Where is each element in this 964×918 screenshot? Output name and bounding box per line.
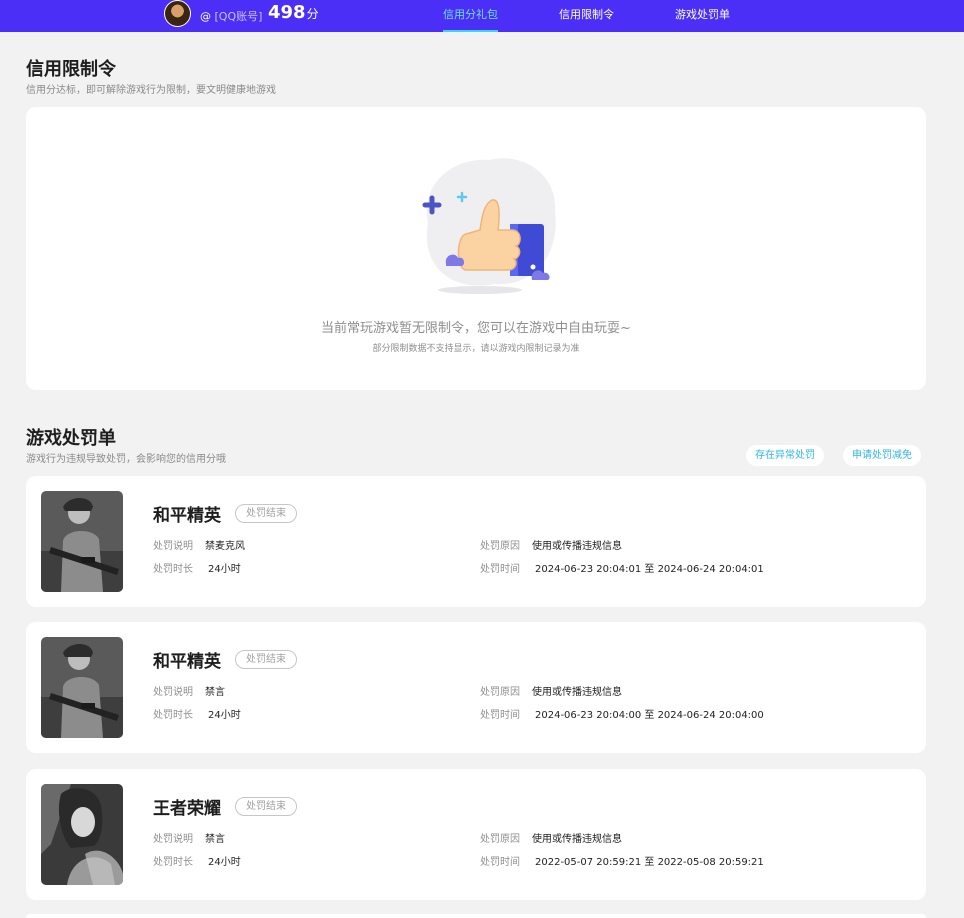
credit-score: 498分 <box>268 2 319 23</box>
penalty-reason-value: 使用或传播违规信息 <box>532 687 622 698</box>
penalty-time-value: 2024-06-23 20:04:01 至 2024-06-24 20:04:0… <box>535 564 764 575</box>
penalty-card[interactable]: 王者荣耀 处罚结束 处罚说明 禁言 处罚时长 24小时 处罚原因 使用或传播违规信息 … <box>26 769 926 900</box>
penalty-reason-label: 处罚原因 <box>480 687 520 698</box>
game-thumbnail-heping <box>41 491 123 592</box>
penalty-time-row: 处罚时间 2022-05-07 20:59:21 至 2022-05-08 20:… <box>480 853 764 868</box>
penalty-reason-row: 处罚原因 使用或传播违规信息 <box>480 683 622 698</box>
penalty-time-label: 处罚时间 <box>480 857 520 868</box>
restriction-subtitle: 信用分达标，即可解除游戏行为限制，要文明健康地游戏 <box>26 85 276 96</box>
penalty-time-row: 处罚时间 2024-06-23 20:04:01 至 2024-06-24 20:… <box>480 560 764 575</box>
penalty-desc-value: 禁言 <box>205 687 225 698</box>
restriction-title: 信用限制令 <box>26 59 116 80</box>
status-badge: 处罚结束 <box>235 650 297 669</box>
account-type: [QQ账号] <box>214 10 263 23</box>
penalty-card[interactable]: 和平精英 处罚结束 处罚说明 禁言 处罚时长 24小时 处罚原因 使用或传播违规信息 … <box>26 622 926 753</box>
penalty-duration-row: 处罚时长 24小时 <box>153 560 241 575</box>
empty-state-message: 当前常玩游戏暂无限制令，您可以在游戏中自由玩耍~ <box>321 321 631 336</box>
top-bar: @ [QQ账号] 498分 信用分礼包 信用限制令 游戏处罚单 <box>0 0 964 32</box>
avatar[interactable] <box>164 0 191 27</box>
penalty-desc-label: 处罚说明 <box>153 687 193 698</box>
status-badge: 处罚结束 <box>235 797 297 816</box>
penalty-duration-value: 24小时 <box>208 710 241 721</box>
tab-restriction[interactable]: 信用限制令 <box>559 0 614 32</box>
penalty-time-value: 2022-05-07 20:59:21 至 2022-05-08 20:59:2… <box>535 857 764 868</box>
penalty-duration-row: 处罚时长 24小时 <box>153 706 241 721</box>
penalty-desc-row: 处罚说明 禁言 <box>153 683 225 698</box>
penalty-reason-row: 处罚原因 使用或传播违规信息 <box>480 830 622 845</box>
status-badge: 处罚结束 <box>235 504 297 523</box>
penalty-duration-label: 处罚时长 <box>153 857 193 868</box>
penalty-desc-label: 处罚说明 <box>153 834 193 845</box>
penalty-time-label: 处罚时间 <box>480 564 520 575</box>
game-name: 和平精英 <box>153 652 221 672</box>
game-thumbnail-wangzhe <box>41 784 123 885</box>
penalty-reason-label: 处罚原因 <box>480 834 520 845</box>
penalty-desc-value: 禁麦克风 <box>205 541 245 552</box>
game-thumbnail-heping <box>41 637 123 738</box>
penalty-title: 游戏处罚单 <box>26 428 116 449</box>
tab-credit-gift[interactable]: 信用分礼包 <box>443 0 498 32</box>
empty-state-note: 部分限制数据不支持显示，请以游戏内限制记录为准 <box>372 344 580 354</box>
penalty-duration-label: 处罚时长 <box>153 564 193 575</box>
restriction-card: 当前常玩游戏暂无限制令，您可以在游戏中自由玩耍~ 部分限制数据不支持显示，请以游… <box>26 107 926 390</box>
thumbs-up-illustration <box>422 158 556 294</box>
game-name: 和平精英 <box>153 506 221 526</box>
penalty-subtitle: 游戏行为违规导致处罚，会影响您的信用分哦 <box>26 454 226 465</box>
game-name: 王者荣耀 <box>153 799 221 819</box>
account-at: @ <box>200 10 211 23</box>
credit-score-value: 498 <box>268 2 306 23</box>
penalty-duration-value: 24小时 <box>208 564 241 575</box>
credit-score-unit: 分 <box>306 7 319 21</box>
penalty-duration-row: 处罚时长 24小时 <box>153 853 241 868</box>
penalty-duration-label: 处罚时长 <box>153 710 193 721</box>
penalty-desc-value: 禁言 <box>205 834 225 845</box>
penalty-time-value: 2024-06-23 20:04:00 至 2024-06-24 20:04:0… <box>535 710 764 721</box>
penalty-reason-label: 处罚原因 <box>480 541 520 552</box>
penalty-time-row: 处罚时间 2024-06-23 20:04:00 至 2024-06-24 20:… <box>480 706 764 721</box>
penalty-desc-row: 处罚说明 禁麦克风 <box>153 537 245 552</box>
tab-penalty[interactable]: 游戏处罚单 <box>675 0 730 32</box>
appeal-penalty-button[interactable]: 申请处罚减免 <box>843 445 921 466</box>
penalty-card-partial <box>26 914 926 918</box>
penalty-desc-label: 处罚说明 <box>153 541 193 552</box>
penalty-duration-value: 24小时 <box>208 857 241 868</box>
penalty-reason-value: 使用或传播违规信息 <box>532 541 622 552</box>
account-label: @ [QQ账号] <box>200 8 262 24</box>
penalty-card[interactable]: 和平精英 处罚结束 处罚说明 禁麦克风 处罚时长 24小时 处罚原因 使用或传播违规信… <box>26 476 926 607</box>
penalty-reason-value: 使用或传播违规信息 <box>532 834 622 845</box>
abnormal-penalty-button[interactable]: 存在异常处罚 <box>746 445 824 466</box>
penalty-desc-row: 处罚说明 禁言 <box>153 830 225 845</box>
penalty-time-label: 处罚时间 <box>480 710 520 721</box>
penalty-reason-row: 处罚原因 使用或传播违规信息 <box>480 537 622 552</box>
